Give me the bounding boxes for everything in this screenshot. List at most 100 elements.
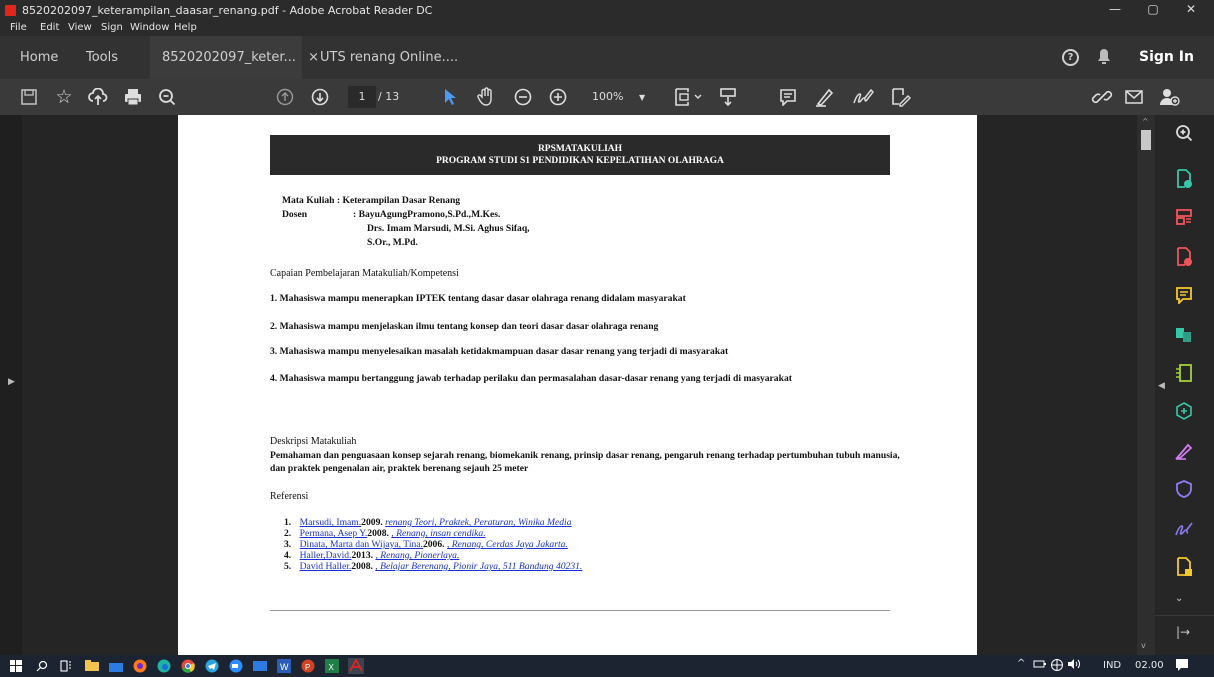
rps-header: RPSMATAKULIAH PROGRAM STUDI S1 PENDIDIKA…: [270, 135, 890, 175]
vertical-scrollbar[interactable]: ^ v: [1137, 115, 1155, 655]
convert-icon[interactable]: [1172, 399, 1196, 423]
fill-sign-icon[interactable]: [888, 86, 912, 108]
close-button[interactable]: ✕: [1172, 2, 1210, 20]
scroll-down-icon[interactable]: v: [1141, 641, 1146, 650]
reference-title-link[interactable]: , Renang, insan cendika.: [391, 528, 485, 539]
excel-icon[interactable]: X: [324, 658, 340, 674]
network-icon[interactable]: [1050, 658, 1064, 675]
dosen-line-2: Drs. Imam Marsudi, M.Si. Aghus Sifaq,: [367, 223, 530, 234]
restore-button[interactable]: ▢: [1134, 2, 1172, 20]
search-icon[interactable]: [156, 86, 178, 108]
export-pdf-icon[interactable]: [1172, 167, 1196, 191]
clock[interactable]: 02.00: [1135, 660, 1164, 671]
tab-home[interactable]: Home: [20, 36, 58, 79]
acrobat-taskbar-icon[interactable]: [348, 658, 364, 674]
minimize-button[interactable]: —: [1096, 2, 1134, 20]
zoom-out-icon[interactable]: [512, 86, 534, 108]
scroll-up-icon[interactable]: ^: [1142, 117, 1149, 126]
zoom-icon[interactable]: [1172, 121, 1196, 145]
menu-window[interactable]: Window: [130, 22, 169, 33]
powerpoint-icon[interactable]: P: [300, 658, 316, 674]
reference-author-link[interactable]: David Haller.: [300, 561, 352, 572]
menu-edit[interactable]: Edit: [40, 22, 59, 33]
collapse-right-panel-icon[interactable]: ◀: [1158, 381, 1165, 391]
comment-icon[interactable]: [1172, 283, 1196, 307]
chevron-down-icon: ▼: [638, 93, 646, 102]
zoom-in-icon[interactable]: [547, 86, 569, 108]
menu-view[interactable]: View: [68, 22, 92, 33]
print-icon[interactable]: [122, 86, 144, 108]
reference-author-link[interactable]: Dinata, Marta dan Wijaya, Tina.: [300, 539, 423, 550]
read-mode-icon[interactable]: [716, 86, 740, 108]
protect-icon[interactable]: [1172, 477, 1196, 501]
upload-icon[interactable]: [87, 86, 109, 108]
page-divider: [270, 610, 890, 611]
reference-title-link[interactable]: renang Teori, Praktek, Peraturan, Winika…: [385, 517, 571, 528]
save-icon[interactable]: [18, 86, 40, 108]
menu-help[interactable]: Help: [174, 22, 197, 33]
telegram-icon[interactable]: [204, 658, 220, 674]
comment-icon[interactable]: [777, 86, 799, 108]
sign-in-button[interactable]: Sign In: [1139, 36, 1194, 79]
title-bar: 8520202097_keterampilan_daasar_renang.pd…: [0, 0, 1214, 22]
zoom-dropdown[interactable]: 100% ▼: [592, 86, 645, 108]
notification-bell-icon[interactable]: [1097, 48, 1111, 69]
reference-item: 5. David Haller.2008. , Belajar Berenang…: [284, 561, 583, 572]
search-icon[interactable]: [34, 658, 50, 674]
windows-start-icon[interactable]: [8, 658, 24, 674]
expand-icon[interactable]: |→: [1176, 625, 1190, 639]
tab-tools[interactable]: Tools: [86, 36, 118, 79]
sign-icon[interactable]: [851, 86, 875, 108]
reference-title-link[interactable]: , Renang, Pionerlaya.: [375, 550, 459, 561]
volume-icon[interactable]: [1067, 658, 1081, 673]
sign-icon[interactable]: [1172, 517, 1196, 541]
combine-files-icon[interactable]: [1172, 323, 1196, 347]
share-user-icon[interactable]: [1158, 86, 1182, 108]
notification-center-icon[interactable]: [1175, 658, 1189, 675]
link-icon[interactable]: [1090, 86, 1114, 108]
file-explorer-icon[interactable]: [84, 658, 100, 674]
fill-sign-icon[interactable]: [1172, 439, 1196, 463]
more-tools-icon[interactable]: [1172, 555, 1196, 579]
reference-title-link[interactable]: , Renang, Cerdas Jaya Jakarta.: [447, 539, 568, 550]
page-up-icon[interactable]: [274, 86, 296, 108]
mail-app-icon[interactable]: [252, 658, 268, 674]
fit-page-icon[interactable]: [672, 86, 706, 108]
zoom-app-icon[interactable]: [228, 658, 244, 674]
tab-close-icon[interactable]: ×: [308, 50, 319, 65]
tab-document-2[interactable]: UTS renang Online....: [320, 36, 458, 79]
chevron-down-icon[interactable]: ⌄: [1175, 593, 1183, 604]
hand-icon[interactable]: [475, 86, 497, 108]
acrobat-logo-icon: [5, 5, 16, 16]
help-icon[interactable]: ?: [1062, 49, 1079, 66]
expand-left-pane-icon[interactable]: ▶: [8, 377, 15, 387]
tray-chevron-up-icon[interactable]: ^: [1017, 658, 1025, 669]
firefox-icon[interactable]: [132, 658, 148, 674]
page-number-input[interactable]: 1: [348, 86, 376, 108]
chrome-icon[interactable]: [180, 658, 196, 674]
mail-icon[interactable]: [1123, 86, 1145, 108]
menu-file[interactable]: File: [10, 22, 27, 33]
edge-icon[interactable]: [156, 658, 172, 674]
bookmark-star-icon[interactable]: ☆: [53, 86, 75, 108]
reference-author-link[interactable]: Permana, Asep Y.: [300, 528, 368, 539]
create-pdf-icon[interactable]: [1172, 245, 1196, 269]
page-down-icon[interactable]: [309, 86, 331, 108]
reference-title-link[interactable]: , Belajar Berenang, Pionir Jaya, 511 Ban…: [375, 561, 582, 572]
tab-document-active[interactable]: 8520202097_keter... ×: [150, 36, 319, 79]
select-arrow-icon[interactable]: [440, 86, 460, 108]
input-language[interactable]: IND: [1103, 660, 1121, 671]
task-view-icon[interactable]: [58, 658, 74, 674]
battery-icon[interactable]: [1033, 658, 1047, 673]
reference-author-link[interactable]: Haller,David.: [300, 550, 352, 561]
reference-author-link[interactable]: Marsudi, Imam.: [300, 517, 362, 528]
menu-sign[interactable]: Sign: [101, 22, 123, 33]
svg-text:W: W: [280, 662, 289, 672]
word-icon[interactable]: W: [276, 658, 292, 674]
compress-icon[interactable]: [1172, 361, 1196, 385]
page-total: / 13: [378, 90, 400, 103]
scrollbar-thumb[interactable]: [1141, 130, 1151, 150]
organize-pages-icon[interactable]: [1172, 205, 1196, 229]
highlight-icon[interactable]: [814, 86, 836, 108]
store-icon[interactable]: [108, 658, 124, 674]
